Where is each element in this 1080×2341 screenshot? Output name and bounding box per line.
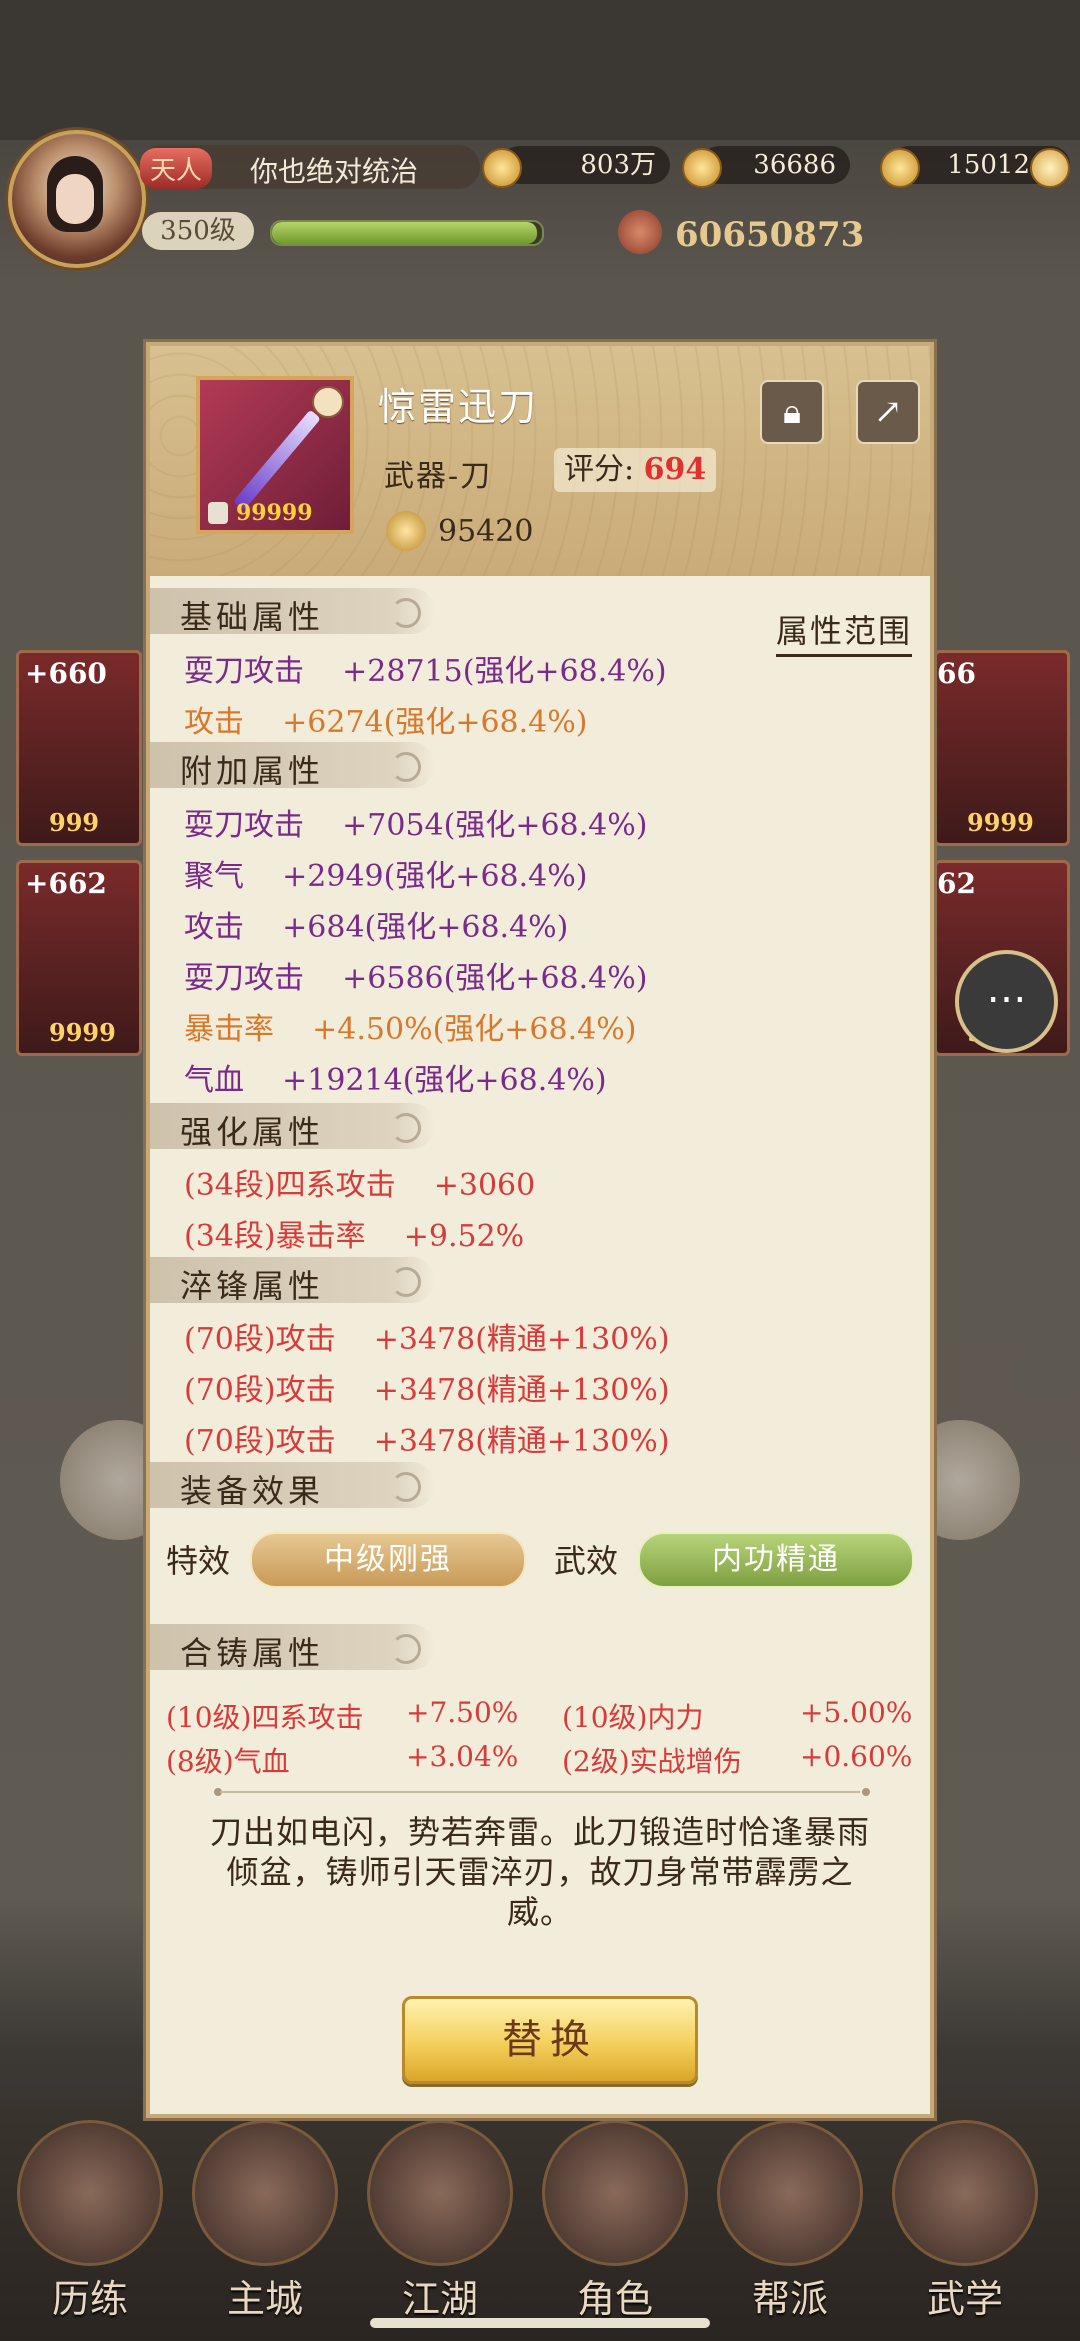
special-effect-label: 特效: [166, 1542, 231, 1580]
special-effect-pill[interactable]: 中级刚强: [250, 1532, 526, 1588]
basic-row: 耍刀攻击 +28715(强化+68.4%): [184, 654, 667, 689]
section-temper: 淬锋属性: [150, 1257, 435, 1305]
silver-coin-icon: [482, 148, 522, 188]
fusion-value: +7.50%: [406, 1696, 519, 1729]
lock-button[interactable]: 🔒︎: [760, 380, 824, 444]
item-detail-modal: 99999 惊雷迅刀 武器-刀 评分: 694 95420 🔒︎ ↗ 基础属性 …: [146, 342, 934, 2118]
nav-jianghu[interactable]: 江湖: [365, 2120, 515, 2321]
enhance-row: (34段)四系攻击 +3060: [184, 1168, 536, 1203]
fusion-value: +0.60%: [800, 1740, 913, 1773]
fusion-name: (2级)实战增伤: [562, 1745, 742, 1778]
temper-row: (70段)攻击 +3478(精通+130%): [184, 1424, 670, 1459]
fusion-name: (10级)四系攻击: [166, 1701, 364, 1734]
divider-dot: [862, 1788, 870, 1796]
forge-coin-icon: [386, 511, 426, 551]
martial-effect-pill[interactable]: 内功精通: [638, 1532, 914, 1588]
enhance-row: (34段)暴击率 +9.52%: [184, 1219, 525, 1254]
attribute-range-link[interactable]: 属性范围: [775, 606, 912, 657]
nav-martial-arts[interactable]: 武学: [890, 2120, 1040, 2321]
xp-fill: [272, 222, 537, 244]
item-icon: 99999: [196, 376, 354, 534]
lock-icon: 🔒︎: [782, 392, 802, 432]
extra-row: 耍刀攻击 +6586(强化+68.4%): [184, 961, 648, 996]
modal-header: 99999 惊雷迅刀 武器-刀 评分: 694 95420 🔒︎ ↗: [150, 346, 930, 576]
fusion-name: (8级)气血: [166, 1745, 290, 1778]
nav-guild[interactable]: 帮派: [715, 2120, 865, 2321]
share-button[interactable]: ↗: [856, 380, 920, 444]
item-icon-count: 99999: [236, 500, 313, 526]
player-level: 350级: [142, 212, 254, 250]
vip-badge: 天人: [140, 148, 213, 189]
chat-bubble-icon[interactable]: ⋯: [955, 950, 1058, 1053]
small-lock-icon: [208, 502, 228, 524]
item-type: 武器-刀: [384, 459, 493, 494]
silver-display: 803万: [500, 146, 670, 184]
fusion-value: +3.04%: [406, 1740, 519, 1773]
fusion-name: (10级)内力: [562, 1701, 704, 1734]
item-score: 评分: 694: [554, 448, 717, 492]
xp-bar: [270, 220, 544, 246]
nav-training[interactable]: 历练: [15, 2120, 165, 2321]
combat-power: 60650873: [675, 215, 865, 255]
side-card-left-1[interactable]: +660 999: [16, 650, 142, 846]
home-indicator: [370, 2318, 710, 2328]
player-avatar[interactable]: [8, 130, 146, 268]
temper-row: (70段)攻击 +3478(精通+130%): [184, 1322, 670, 1357]
player-name: 你也绝对统治: [250, 155, 419, 188]
section-enhance: 强化属性: [150, 1103, 435, 1151]
side-card-right-1[interactable]: 66 9999: [934, 650, 1070, 846]
temper-row: (70段)攻击 +3478(精通+130%): [184, 1373, 670, 1408]
fusion-value: +5.00%: [800, 1696, 913, 1729]
divider: [220, 1791, 860, 1793]
star-badge-icon: [312, 386, 344, 418]
basic-row: 攻击 +6274(强化+68.4%): [184, 705, 588, 740]
ingot-display: 36686: [700, 146, 850, 184]
extra-row: 聚气 +2949(强化+68.4%): [184, 859, 588, 894]
section-basic: 基础属性: [150, 588, 435, 636]
extra-row: 攻击 +684(强化+68.4%): [184, 910, 569, 945]
ingot-icon: [682, 148, 722, 188]
section-effect: 装备效果: [150, 1462, 435, 1510]
item-name: 惊雷迅刀: [378, 385, 539, 429]
item-description: 刀出如电闪，势若奔雷。此刀锻造时恰逢暴雨倾盆，铸师引天雷淬刃，故刀身常带霹雳之威…: [210, 1813, 871, 1931]
sword-icon: [233, 409, 321, 511]
item-coins: 95420: [438, 514, 534, 549]
nav-character[interactable]: 角色: [540, 2120, 690, 2321]
martial-effect-label: 武效: [554, 1542, 619, 1580]
yuanbao-icon: [880, 148, 920, 188]
replace-button[interactable]: 替换: [402, 1996, 698, 2084]
extra-row: 耍刀攻击 +7054(强化+68.4%): [184, 808, 648, 843]
extra-row: 气血 +19214(强化+68.4%): [184, 1063, 607, 1098]
share-icon: ↗: [873, 392, 903, 432]
side-card-left-2[interactable]: +662 9999: [16, 860, 142, 1056]
combat-power-icon: [618, 210, 662, 254]
section-fusion: 合铸属性: [150, 1624, 435, 1672]
extra-row: 暴击率 +4.50%(强化+68.4%): [184, 1012, 637, 1047]
add-currency-icon[interactable]: [1030, 148, 1070, 188]
nav-main-city[interactable]: 主城: [190, 2120, 340, 2321]
section-extra: 附加属性: [150, 742, 435, 790]
